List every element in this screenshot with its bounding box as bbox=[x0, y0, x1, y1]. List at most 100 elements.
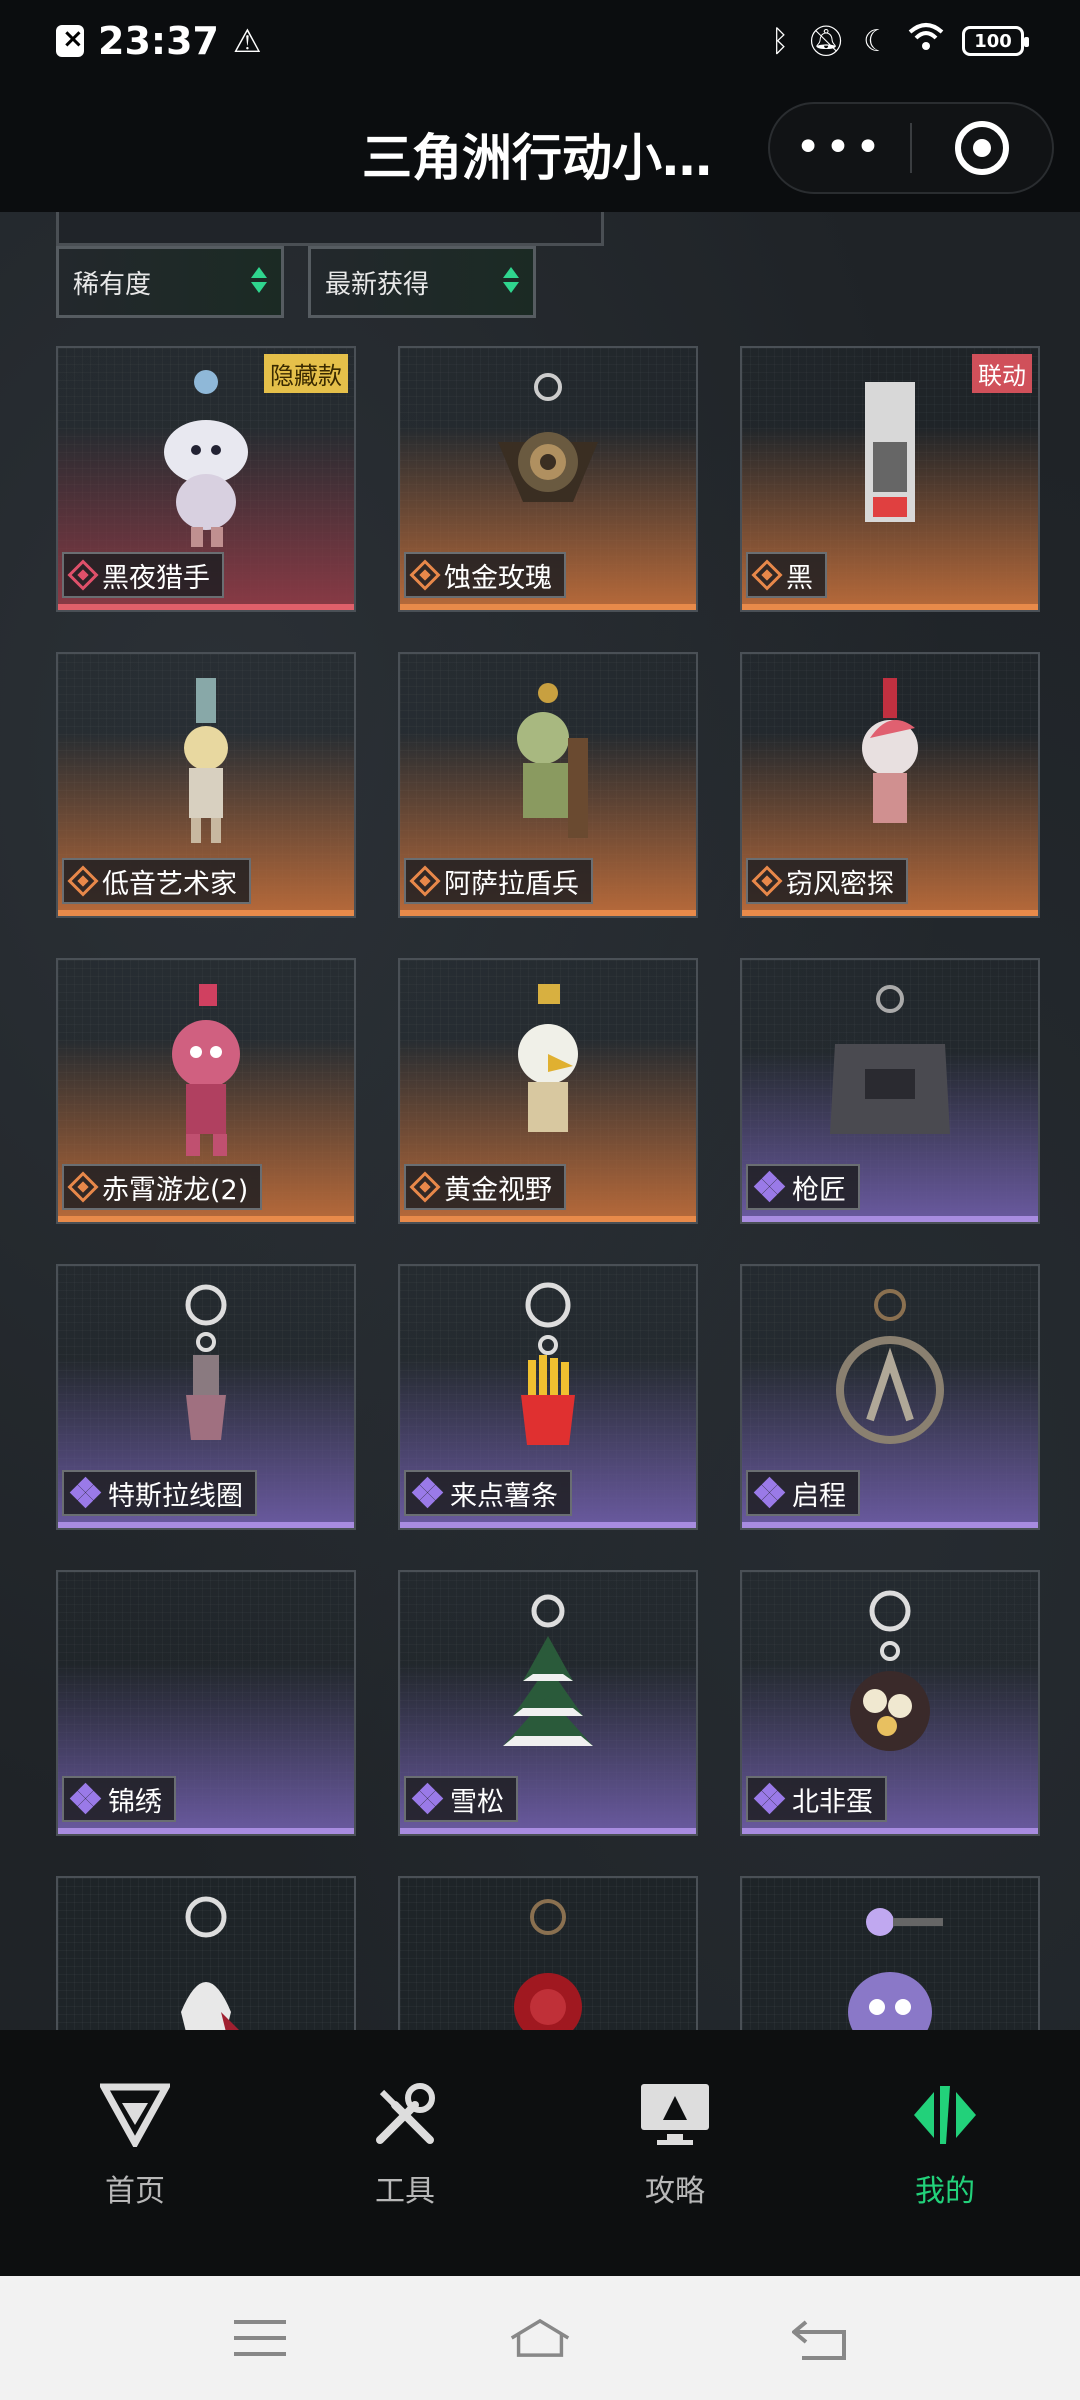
warning-icon: ⚠ bbox=[232, 22, 262, 60]
back-icon bbox=[792, 2320, 846, 2360]
item-name: 锦绣 bbox=[108, 1786, 162, 1818]
rarity-purple-icon bbox=[753, 1782, 786, 1815]
item-name: 黑夜猎手 bbox=[102, 562, 210, 594]
status-time: 23:37 bbox=[98, 19, 219, 63]
item-label: 黑 bbox=[746, 552, 827, 598]
bassist-figure-icon bbox=[184, 678, 228, 843]
rarity-filter-select[interactable]: 稀有度 bbox=[56, 246, 284, 318]
nav-tools[interactable]: 工具 bbox=[270, 2030, 540, 2276]
item-card[interactable]: 启程 bbox=[740, 1264, 1040, 1530]
status-right: ᛒ 🔕︎ ☾ 100 bbox=[771, 22, 1029, 60]
more-button[interactable]: ••• bbox=[770, 102, 910, 194]
keychain-figure-icon bbox=[181, 1896, 239, 2030]
item-name: 特斯拉线圈 bbox=[108, 1480, 243, 1512]
fries-keychain-icon bbox=[521, 1282, 575, 1445]
menu-icon bbox=[234, 2320, 286, 2356]
item-card[interactable]: 来点薯条 bbox=[398, 1264, 698, 1530]
rarity-purple-icon bbox=[753, 1476, 786, 1509]
item-card[interactable] bbox=[740, 1876, 1040, 2030]
item-card[interactable]: 雪松 bbox=[398, 1570, 698, 1836]
nav-guide-label: 攻略 bbox=[645, 2174, 705, 2209]
item-name: 雪松 bbox=[450, 1786, 504, 1818]
item-name: 启程 bbox=[792, 1480, 846, 1512]
gunsmith-case-icon bbox=[830, 985, 950, 1134]
item-name: 黄金视野 bbox=[444, 1174, 552, 1206]
nav-mine[interactable]: 我的 bbox=[810, 2030, 1080, 2276]
rarity-purple-icon bbox=[411, 1476, 444, 1509]
item-name: 来点薯条 bbox=[450, 1480, 558, 1512]
item-label: 来点薯条 bbox=[404, 1470, 572, 1516]
hidden-badge: 隐藏款 bbox=[264, 354, 348, 393]
app-header: 三角洲行动小… ••• bbox=[0, 82, 1080, 212]
item-card[interactable]: 窃风密探 bbox=[740, 652, 1040, 918]
battery-level: 100 bbox=[974, 30, 1012, 52]
sort-filter-select[interactable]: 最新获得 bbox=[308, 246, 536, 318]
item-card[interactable]: 蚀金玫瑰 bbox=[398, 346, 698, 612]
rarity-orange-icon bbox=[751, 559, 783, 591]
spy-figure-icon bbox=[862, 678, 918, 823]
item-label: 赤霄游龙(2) bbox=[62, 1164, 263, 1210]
item-card[interactable]: 黄金视野 bbox=[398, 958, 698, 1224]
card-keychain-icon bbox=[865, 382, 915, 522]
item-card[interactable]: 低音艺术家 bbox=[56, 652, 356, 918]
wifi-icon bbox=[908, 22, 944, 60]
item-card[interactable]: 特斯拉线圈 bbox=[56, 1264, 356, 1530]
item-label: 低音艺术家 bbox=[62, 858, 251, 904]
rarity-orange-icon bbox=[409, 559, 441, 591]
rarity-red-icon bbox=[67, 559, 99, 591]
rarity-orange-icon bbox=[409, 865, 441, 897]
mine-logo-icon bbox=[905, 2080, 985, 2150]
item-card[interactable] bbox=[56, 1876, 356, 2030]
menu-button[interactable] bbox=[230, 2313, 290, 2363]
item-label: 阿萨拉盾兵 bbox=[404, 858, 593, 904]
rarity-orange-icon bbox=[67, 865, 99, 897]
pine-tree-icon bbox=[503, 1594, 593, 1746]
search-bar-remnant bbox=[56, 212, 604, 246]
miniprogram-capsule: ••• bbox=[768, 102, 1054, 194]
rarity-purple-icon bbox=[753, 1170, 786, 1203]
tools-icon bbox=[365, 2080, 445, 2150]
item-card[interactable]: 北非蛋 bbox=[740, 1570, 1040, 1836]
item-name: 北非蛋 bbox=[792, 1786, 873, 1818]
bluetooth-icon: ᛒ bbox=[771, 23, 789, 59]
back-button[interactable] bbox=[790, 2313, 850, 2363]
item-label: 黑夜猎手 bbox=[62, 552, 224, 598]
item-label: 雪松 bbox=[404, 1776, 518, 1822]
rarity-orange-icon bbox=[751, 865, 783, 897]
item-card[interactable]: 锦绣 bbox=[56, 1570, 356, 1836]
item-card[interactable]: 赤霄游龙(2) bbox=[56, 958, 356, 1224]
guide-monitor-icon bbox=[635, 2080, 715, 2150]
item-label: 启程 bbox=[746, 1470, 860, 1516]
item-label: 北非蛋 bbox=[746, 1776, 887, 1822]
collab-badge: 联动 bbox=[972, 354, 1032, 393]
item-name: 黑 bbox=[786, 562, 813, 594]
rarity-purple-icon bbox=[69, 1782, 102, 1815]
nav-home[interactable]: 首页 bbox=[0, 2030, 270, 2276]
eagle-figure-icon bbox=[518, 984, 578, 1132]
nav-home-label: 首页 bbox=[105, 2174, 165, 2209]
target-icon bbox=[954, 121, 1009, 175]
page-title: 三角洲行动小… bbox=[362, 129, 712, 187]
item-card[interactable]: 联动 黑 bbox=[740, 346, 1040, 612]
bottom-nav: 首页 工具 攻略 我的 bbox=[0, 2030, 1080, 2276]
select-arrows-icon bbox=[251, 267, 267, 293]
nav-mine-label: 我的 bbox=[915, 2174, 975, 2209]
home-logo-icon bbox=[95, 2080, 175, 2150]
collection-list[interactable]: 稀有度 最新获得 隐藏款 黑夜猎手 蚀金玫瑰 联动 黑 低音艺术家 阿萨拉盾兵 … bbox=[0, 212, 1080, 2030]
item-card[interactable]: 隐藏款 黑夜猎手 bbox=[56, 346, 356, 612]
rose-keychain-icon bbox=[498, 373, 598, 502]
nav-guide[interactable]: 攻略 bbox=[540, 2030, 810, 2276]
rarity-filter-label: 稀有度 bbox=[73, 269, 152, 300]
rarity-purple-icon bbox=[69, 1476, 102, 1509]
keychain-figure-icon bbox=[164, 370, 248, 547]
item-card[interactable] bbox=[398, 1876, 698, 2030]
status-left: 23:37 ⚠ bbox=[56, 19, 262, 63]
tesla-coil-icon bbox=[185, 1284, 227, 1440]
item-label: 蚀金玫瑰 bbox=[404, 552, 566, 598]
item-card[interactable]: 阿萨拉盾兵 bbox=[398, 652, 698, 918]
home-button[interactable] bbox=[510, 2313, 570, 2363]
moon-icon: ☾ bbox=[863, 23, 890, 59]
red-rose-icon bbox=[514, 1899, 582, 2030]
close-miniprogram-button[interactable] bbox=[912, 121, 1052, 175]
item-card[interactable]: 枪匠 bbox=[740, 958, 1040, 1224]
